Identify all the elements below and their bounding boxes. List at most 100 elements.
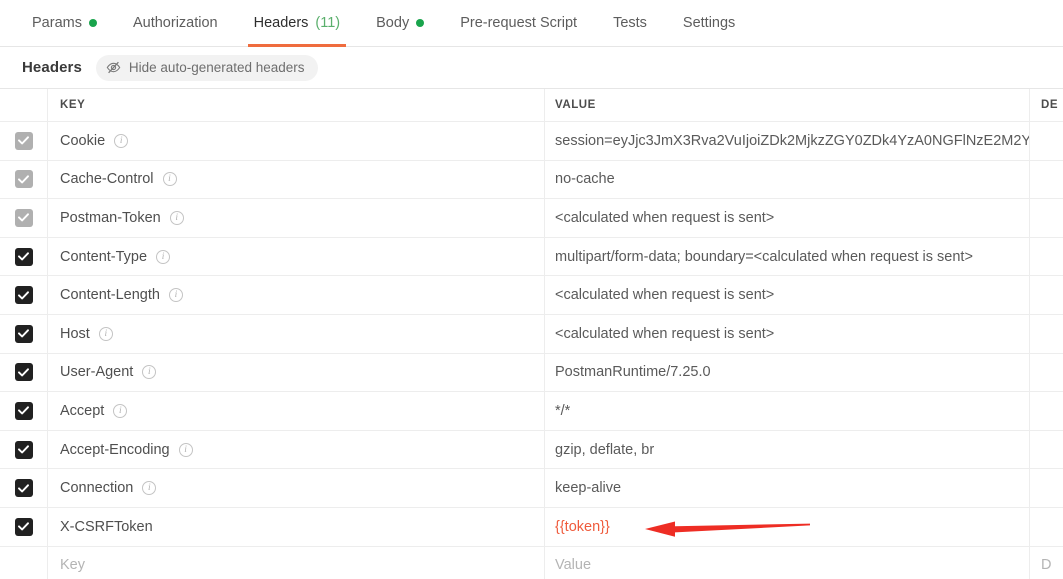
info-icon[interactable]: i [142,365,157,380]
headers-table: KEY VALUE DE Cookie i session=eyJjc3JmX3Rv… [0,88,1063,579]
row-checkbox-cell [0,314,48,353]
table-row[interactable]: Connection i keep-alive [0,469,1063,508]
header-key-cell[interactable]: Accept-Encoding i [48,430,545,469]
header-key-text: Content-Length [60,287,160,304]
header-value-text: <calculated when request is sent> [555,209,775,226]
table-row[interactable]: Content-Length i <calculated when request … [0,276,1063,315]
info-icon[interactable]: i [156,249,171,264]
tab-body[interactable]: Body [358,0,442,47]
header-key-cell[interactable]: Content-Type i [48,237,545,276]
new-header-description-input[interactable]: D [1030,547,1063,579]
tab-params[interactable]: Params [14,0,115,47]
header-key-cell[interactable]: Host i [48,314,545,353]
header-value-cell[interactable]: {{token}} [545,507,1030,546]
header-value-cell[interactable]: multipart/form-data; boundary=<calculate… [545,237,1030,276]
row-enabled-checkbox[interactable] [14,479,33,498]
header-description-cell[interactable] [1030,508,1063,546]
header-description-cell[interactable] [1030,161,1063,199]
table-header-row: KEY VALUE DE [0,89,1063,122]
table-row[interactable]: Cookie i session=eyJjc3JmX3Rva2VuIjoiZDk2M… [0,122,1063,161]
active-tab-underline [247,43,347,47]
tab-label: Authorization [132,15,218,31]
column-header-key: KEY [48,89,545,121]
row-checkbox-cell [0,199,48,237]
header-key-cell[interactable]: Content-Length i [48,276,545,314]
row-enabled-checkbox[interactable] [14,401,33,420]
header-value-cell[interactable]: */* [545,392,1030,430]
row-enabled-checkbox[interactable] [14,131,33,150]
header-description-cell[interactable] [1030,276,1063,314]
header-description-cell[interactable] [1030,238,1063,276]
row-enabled-checkbox[interactable] [14,170,33,189]
new-header-value-input[interactable]: Value [545,546,1030,579]
header-key-cell[interactable]: Cache-Control i [48,160,545,199]
new-header-row[interactable]: Key Value D [0,546,1063,579]
row-enabled-checkbox[interactable] [14,247,33,266]
header-description-cell[interactable] [1030,354,1063,392]
hide-auto-generated-headers-button[interactable]: Hide auto-generated headers [95,54,318,81]
table-row[interactable]: User-Agent i PostmanRuntime/7.25.0 [0,353,1063,393]
header-key-cell[interactable]: X-CSRFToken [48,507,545,546]
header-description-cell[interactable] [1030,392,1063,430]
tab-headers[interactable]: Headers (11) [236,0,359,47]
row-enabled-checkbox[interactable] [14,363,33,382]
new-header-value-placeholder: Value [555,557,592,574]
header-key-cell[interactable]: Postman-Token i [48,199,545,237]
row-enabled-checkbox[interactable] [14,324,33,343]
header-key-text: Host [60,325,90,342]
tab-authorization[interactable]: Authorization [115,0,236,47]
header-description-cell[interactable] [1030,122,1063,160]
new-header-key-input[interactable]: Key [48,546,545,579]
row-checkbox-cell [0,276,48,314]
table-row[interactable]: Cache-Control i no-cache [0,160,1063,200]
header-description-cell[interactable] [1030,199,1063,237]
header-key-text: Postman-Token [60,209,161,226]
info-icon[interactable]: i [169,210,184,225]
header-value-cell[interactable]: <calculated when request is sent> [545,199,1030,237]
row-enabled-checkbox[interactable] [14,208,33,227]
tab-pre-request-script[interactable]: Pre-request Script [442,0,595,47]
header-key-cell[interactable]: User-Agent i [48,353,545,392]
header-value-cell[interactable]: <calculated when request is sent> [545,314,1030,353]
eye-slash-icon [106,61,121,74]
info-icon[interactable]: i [98,326,113,341]
header-description-cell[interactable] [1030,431,1063,469]
header-value-cell[interactable]: gzip, deflate, br [545,430,1030,469]
info-icon[interactable]: i [142,481,157,496]
info-icon[interactable]: i [114,133,129,148]
header-key-text: User-Agent [60,364,134,381]
row-checkbox-cell [0,469,48,507]
table-row[interactable]: Host i <calculated when request is sent> [0,314,1063,354]
row-checkbox-cell [0,392,48,430]
tab-count: (11) [315,15,341,31]
info-icon[interactable]: i [113,403,128,418]
info-icon[interactable]: i [162,172,177,187]
info-icon[interactable]: i [178,442,193,457]
table-row[interactable]: Accept i */* [0,392,1063,431]
header-key-cell[interactable]: Accept i [48,392,545,430]
row-checkbox-cell [0,430,48,469]
row-enabled-checkbox[interactable] [14,517,33,536]
row-enabled-checkbox[interactable] [14,286,33,305]
table-row[interactable]: Content-Type i multipart/form-data; bounda… [0,237,1063,277]
table-row[interactable]: X-CSRFToken {{token}} [0,507,1063,547]
header-value-cell[interactable]: no-cache [545,160,1030,199]
header-description-cell[interactable] [1030,469,1063,507]
table-row[interactable]: Postman-Token i <calculated when request i… [0,199,1063,238]
header-key-cell[interactable]: Cookie i [48,122,545,160]
header-value-cell[interactable]: PostmanRuntime/7.25.0 [545,353,1030,392]
header-key-cell[interactable]: Connection i [48,469,545,507]
header-value-cell[interactable]: session=eyJjc3JmX3Rva2VuIjoiZDk2MjkzZGY0… [545,122,1030,160]
header-description-cell[interactable] [1030,315,1063,353]
info-icon[interactable]: i [168,288,183,303]
request-tab-bar: Params Authorization Headers (11) Body Pre-re… [0,0,1063,47]
header-value-cell[interactable]: keep-alive [545,469,1030,507]
header-value-text: gzip, deflate, br [555,441,655,458]
tab-modified-dot-icon [416,19,425,27]
table-row[interactable]: Accept-Encoding i gzip, deflate, br [0,430,1063,470]
tab-settings[interactable]: Settings [665,0,753,47]
table-body: Cookie i session=eyJjc3JmX3Rva2VuIjoiZDk2M… [0,122,1063,579]
tab-tests[interactable]: Tests [595,0,665,47]
row-enabled-checkbox[interactable] [14,440,33,459]
header-value-cell[interactable]: <calculated when request is sent> [545,276,1030,314]
